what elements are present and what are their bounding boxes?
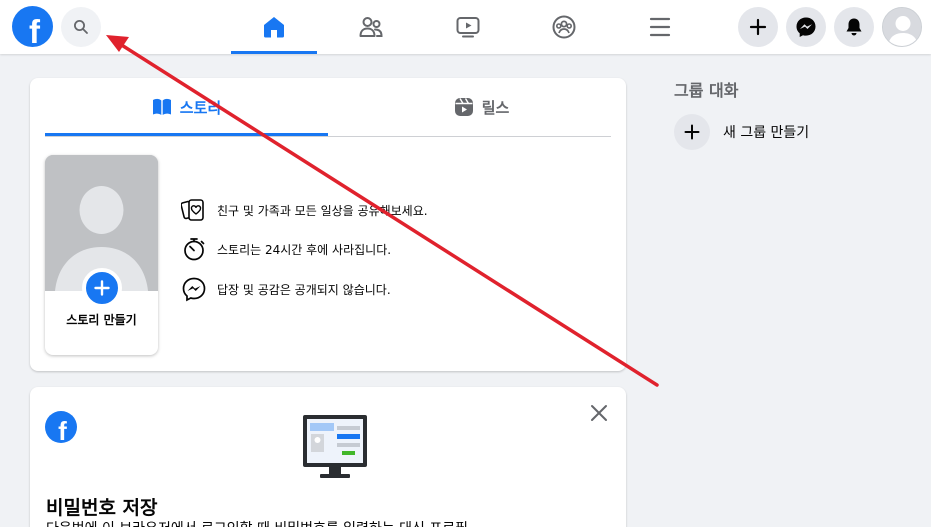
bell-icon xyxy=(846,18,862,36)
tab-stories-label: 스토리 xyxy=(179,98,222,117)
create-group-label: 새 그룹 만들기 xyxy=(723,125,810,141)
create-story-label: 스토리 만들기 xyxy=(66,313,137,327)
notifications-button[interactable] xyxy=(834,7,874,47)
tab-divider xyxy=(45,136,611,137)
plus-icon xyxy=(684,124,700,140)
video-icon xyxy=(456,17,480,38)
tab-groups[interactable] xyxy=(521,0,607,54)
messenger-outline-icon xyxy=(182,277,206,302)
story-info-text: 친구 및 가족과 모든 일상을 공유해보세요. xyxy=(217,203,428,218)
add-story-button[interactable] xyxy=(82,268,122,308)
monitor-illustration xyxy=(303,415,367,478)
create-group-button[interactable]: 새 그룹 만들기 xyxy=(674,114,809,150)
search-icon xyxy=(74,20,88,34)
messenger-icon xyxy=(796,17,816,37)
tab-reels[interactable]: 릴스 xyxy=(340,78,623,136)
save-password-description: 다음번에 이 브라우저에서 로그인할 때 비밀번호를 입력하는 대신 프로필 xyxy=(46,518,468,527)
story-info-share: 친구 및 가족과 모든 일상을 공유해보세요. xyxy=(181,197,428,223)
story-info-text: 답장 및 공감은 공개되지 않습니다. xyxy=(217,282,391,297)
plus-icon xyxy=(749,18,767,36)
tab-friends[interactable] xyxy=(328,0,414,54)
tab-stories[interactable]: 스토리 xyxy=(45,78,328,136)
facebook-logo: f xyxy=(45,411,77,443)
profile-avatar-button[interactable] xyxy=(882,7,922,47)
facebook-logo[interactable]: f xyxy=(12,6,53,47)
plus-icon xyxy=(94,280,110,296)
create-group-icon-circle xyxy=(674,114,710,150)
search-button[interactable] xyxy=(61,7,101,47)
story-info-text: 스토리는 24시간 후에 사라집니다. xyxy=(217,242,392,257)
reels-icon xyxy=(454,98,473,116)
book-icon xyxy=(152,98,171,115)
stopwatch-icon xyxy=(184,238,205,261)
story-info-private: 답장 및 공감은 공개되지 않습니다. xyxy=(181,276,391,302)
top-navbar: f xyxy=(0,0,931,54)
hamburger-icon xyxy=(649,17,671,37)
save-password-title: 비밀번호 저장 xyxy=(46,497,158,519)
close-icon[interactable] xyxy=(590,404,608,422)
friends-icon xyxy=(359,17,383,37)
svg-text:f: f xyxy=(29,13,41,47)
tab-watch[interactable] xyxy=(425,0,511,54)
messenger-button[interactable] xyxy=(786,7,826,47)
group-chat-title: 그룹 대화 xyxy=(674,81,739,100)
save-password-card: f 비밀번호 저장 다음번에 이 브라우저에서 로그인할 때 비밀번호를 입력하… xyxy=(30,387,626,527)
create-story-tile[interactable]: 스토리 만들기 xyxy=(45,155,158,355)
avatar-icon xyxy=(883,8,921,46)
svg-text:f: f xyxy=(58,416,67,443)
tab-reels-label: 릴스 xyxy=(481,98,510,117)
story-info-expire: 스토리는 24시간 후에 사라집니다. xyxy=(181,236,391,262)
tab-home[interactable] xyxy=(231,0,317,54)
home-icon xyxy=(264,17,284,38)
stories-card: 스토리 릴스 스토리 만들기 친구 및 가족과 모든 일상을 공유해보세요. 스… xyxy=(30,78,626,371)
create-button[interactable] xyxy=(738,7,778,47)
tab-menu[interactable] xyxy=(617,0,703,54)
photo-cards-icon xyxy=(181,199,204,221)
groups-icon xyxy=(552,15,576,39)
